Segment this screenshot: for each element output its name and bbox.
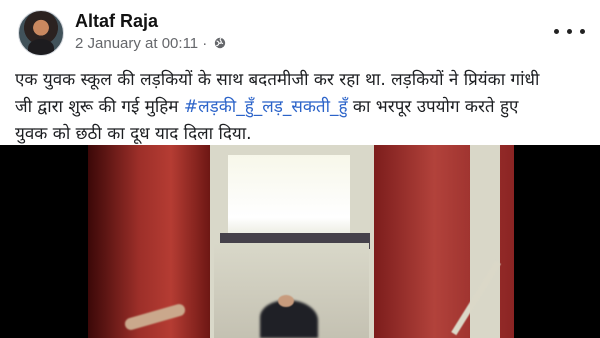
post-meta: 2 January at 00:11 · bbox=[75, 35, 226, 53]
hashtag-link[interactable]: #लड़की_हुँ_लड़_सकती_हुँ bbox=[184, 97, 348, 117]
caption-line-1: एक युवक स्कूल की लड़कियों के साथ बदतमीजी… bbox=[15, 70, 540, 90]
caption-line-3: युवक को छठी का दूध याद दिला दिया. bbox=[15, 124, 252, 144]
post-caption: एक युवक स्कूल की लड़कियों के साथ बदतमीजी… bbox=[15, 67, 590, 148]
caption-line-2-after: का भरपूर उपयोग करते हुए bbox=[347, 97, 519, 117]
author-avatar[interactable] bbox=[18, 10, 64, 56]
caption-line-2-before: जी द्वारा शुरू की गई मुहिम bbox=[15, 97, 184, 117]
facebook-post: Altaf Raja 2 January at 00:11 · एक युवक … bbox=[0, 0, 600, 338]
left-red-wall bbox=[88, 145, 210, 338]
post-header: Altaf Raja 2 January at 00:11 · bbox=[0, 0, 600, 60]
post-timestamp[interactable]: 2 January at 00:11 · bbox=[75, 35, 207, 52]
light-pillar bbox=[470, 145, 500, 338]
blurred-hand bbox=[278, 295, 294, 307]
post-media[interactable] bbox=[0, 145, 600, 338]
author-name[interactable]: Altaf Raja bbox=[75, 9, 158, 33]
caption-line-2: जी द्वारा शुरू की गई मुहिम #लड़की_हुँ_लड… bbox=[15, 94, 590, 121]
globe-icon bbox=[215, 37, 226, 49]
more-options-icon[interactable] bbox=[554, 21, 588, 41]
video-frame[interactable] bbox=[88, 145, 514, 338]
